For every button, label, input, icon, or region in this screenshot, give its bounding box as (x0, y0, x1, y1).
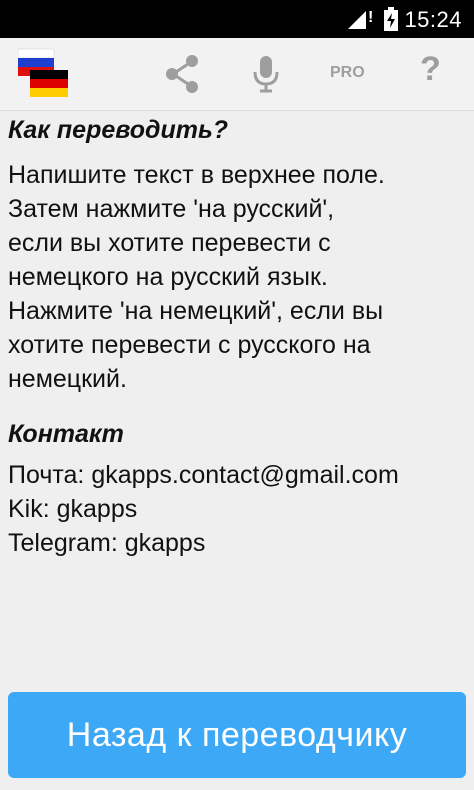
contact-telegram: Telegram: gkapps (8, 529, 206, 557)
how-to-translate-heading: Как переводить? (8, 116, 229, 144)
no-sim-alert-icon: ! (368, 9, 374, 26)
microphone-icon[interactable] (244, 52, 288, 96)
clock: 15:24 (404, 7, 462, 32)
pro-button[interactable]: PRO (330, 64, 365, 82)
contact-list: Почта: gkapps.contact@gmail.com Kik: gka… (8, 458, 466, 560)
contact-heading: Контакт (8, 420, 124, 448)
help-content: Как переводить? Напишите текст в верхнее… (8, 110, 466, 560)
contact-email: Почта: gkapps.contact@gmail.com (8, 461, 399, 489)
share-icon[interactable] (161, 52, 205, 96)
action-bar: PRO ? (0, 38, 474, 111)
flags-ru-de-icon[interactable] (18, 47, 68, 97)
how-to-translate-text: Напишите текст в верхнее поле. Затем наж… (8, 161, 385, 393)
contact-kik: Kik: gkapps (8, 495, 138, 523)
battery-charging-icon (384, 7, 398, 31)
status-bar: ! 15:24 (0, 0, 474, 38)
signal-icon (348, 11, 366, 29)
back-to-translator-button[interactable]: Назад к переводчику (8, 692, 466, 778)
help-icon[interactable]: ? (420, 50, 441, 89)
